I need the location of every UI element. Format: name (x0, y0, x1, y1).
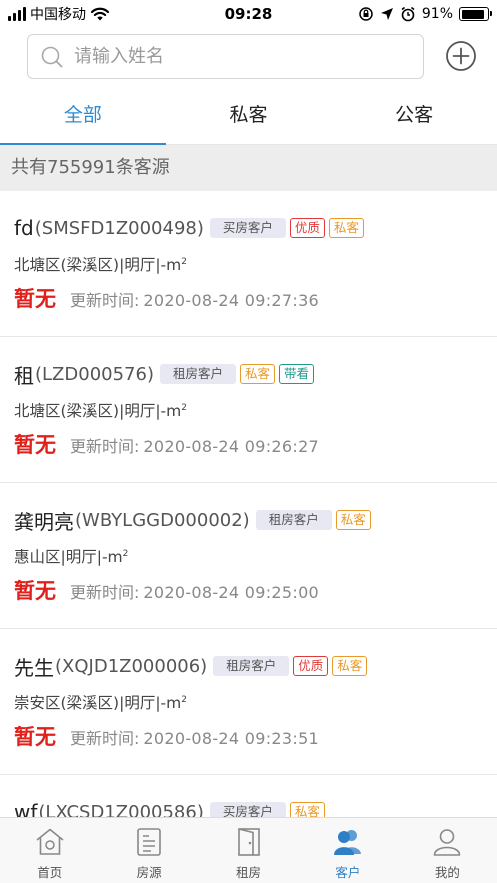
price-value: 暂无 (14, 725, 56, 749)
nav-profile-label: 我的 (434, 865, 460, 880)
door-icon (237, 828, 260, 856)
customers-icon (333, 830, 361, 855)
rotation-lock-icon (359, 7, 373, 21)
update-label: 更新时间: (70, 437, 140, 456)
customer-name: fd (14, 216, 34, 240)
update-label: 更新时间: (70, 583, 140, 602)
customer-location: 惠山区|明厅|-m (14, 548, 123, 567)
private-badge: 私客 (240, 364, 276, 384)
area-unit-exponent: 2 (181, 257, 187, 267)
customer-type-badge: 买房客户 (209, 218, 286, 238)
location-icon (380, 8, 393, 20)
customer-name: 租 (14, 363, 34, 388)
area-unit-exponent: 2 (181, 695, 187, 705)
profile-icon (434, 829, 461, 856)
customer-code: (LZD000576) (35, 363, 154, 385)
price-value: 暂无 (14, 433, 56, 457)
private-badge: 私客 (328, 218, 364, 238)
search-box[interactable] (27, 34, 424, 79)
tab-all[interactable]: 全部 (0, 86, 166, 145)
status-bar: 中国移动 09:28 91% (0, 0, 497, 28)
customer-code: (XQJD1Z000006) (55, 655, 208, 677)
customer-location: 崇安区(梁溪区)|明厅|-m (14, 694, 182, 713)
customer-count: 共有755991条客源 (0, 145, 497, 191)
nav-rent-label: 租房 (236, 865, 262, 880)
nav-listings[interactable]: 房源 (99, 818, 198, 883)
search-input[interactable] (74, 46, 394, 67)
customer-code: (LXCSD1Z000586) (38, 801, 204, 818)
customer-code: (WBYLGGD000002) (75, 509, 250, 531)
battery-percent: 91% (421, 6, 453, 22)
customer-name: wf (14, 800, 38, 817)
viewing-badge: 带看 (279, 364, 315, 384)
customer-type-badge: 租房客户 (213, 656, 290, 676)
search-bar (0, 28, 497, 86)
update-label: 更新时间: (70, 729, 140, 748)
customer-location: 北塘区(梁溪区)|明厅|-m (14, 256, 182, 275)
update-time: 2020-08-24 09:25:00 (143, 583, 320, 602)
home-icon (36, 828, 64, 855)
area-unit-exponent: 2 (122, 549, 129, 559)
search-icon (41, 46, 63, 67)
update-time: 2020-08-24 09:23:51 (143, 729, 320, 748)
customer-type-badge: 租房客户 (255, 510, 332, 530)
nav-home-label: 首页 (37, 865, 63, 880)
list-item[interactable]: 龚明亮 (WBYLGGD000002) 租房客户 私客 惠山区|明厅|-m2 暂… (0, 483, 497, 629)
update-time: 2020-08-24 09:27:36 (143, 291, 320, 310)
filter-tabs: 全部 私客 公客 (0, 86, 497, 145)
list-item[interactable]: 先生 (XQJD1Z000006) 租房客户 优质 私客 崇安区(梁溪区)|明厅… (0, 629, 497, 775)
nav-customers[interactable]: 客户 (298, 818, 397, 883)
update-time: 2020-08-24 09:26:27 (143, 437, 320, 456)
customer-type-badge: 买房客户 (209, 802, 286, 817)
private-badge: 私客 (289, 802, 325, 817)
nav-customers-label: 客户 (335, 865, 361, 880)
private-badge: 私客 (332, 656, 368, 676)
battery-icon (459, 7, 492, 21)
tab-public[interactable]: 公客 (331, 86, 497, 144)
tab-private[interactable]: 私客 (166, 86, 332, 144)
nav-home[interactable]: 首页 (0, 818, 99, 883)
area-unit-exponent: 2 (181, 403, 187, 413)
quality-badge: 优质 (289, 218, 325, 238)
list-item[interactable]: 租 (LZD000576) 租房客户 私客 带看 北塘区(梁溪区)|明厅|-m2… (0, 337, 497, 483)
nav-rent[interactable]: 租房 (199, 818, 298, 883)
alarm-icon (401, 6, 415, 22)
update-label: 更新时间: (70, 291, 140, 310)
customer-list: fd (SMSFD1Z000498) 买房客户 优质 私客 北塘区(梁溪区)|明… (0, 191, 497, 817)
quality-badge: 优质 (293, 656, 329, 676)
customer-code: (SMSFD1Z000498) (34, 217, 204, 239)
house-list-icon (137, 828, 161, 856)
nav-listings-label: 房源 (136, 865, 162, 880)
price-value: 暂无 (14, 287, 56, 311)
list-item[interactable]: wf (LXCSD1Z000586) 买房客户 私客 (0, 775, 497, 817)
private-badge: 私客 (335, 510, 371, 530)
price-value: 暂无 (14, 579, 56, 603)
customer-name: 龚明亮 (14, 509, 74, 534)
list-item[interactable]: fd (SMSFD1Z000498) 买房客户 优质 私客 北塘区(梁溪区)|明… (0, 191, 497, 337)
plus-circle-icon[interactable] (445, 40, 477, 72)
customer-location: 北塘区(梁溪区)|明厅|-m (14, 402, 182, 421)
customer-type-badge: 租房客户 (159, 364, 236, 384)
customer-name: 先生 (14, 655, 54, 680)
nav-profile[interactable]: 我的 (398, 818, 497, 883)
bottom-nav: 首页 房源 租房 客户 我的 (0, 817, 497, 883)
